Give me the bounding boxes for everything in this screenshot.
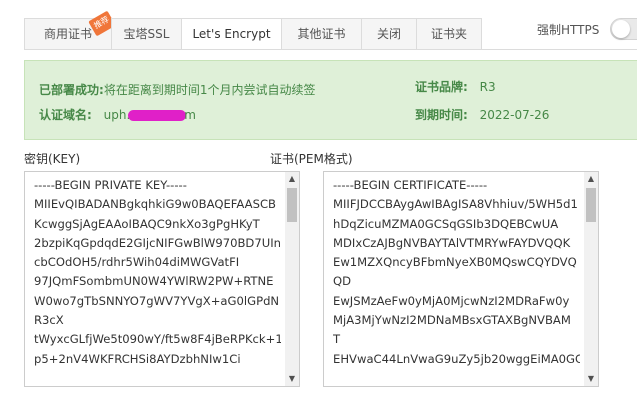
- tab-label: 宝塔SSL: [123, 27, 170, 41]
- tab-close[interactable]: 关闭: [361, 18, 416, 50]
- cert-line: MjA3MjYwNzI2MDNaMBsxGTAXBgNVBAM: [333, 313, 571, 328]
- key-label: 密钥(KEY): [24, 152, 81, 166]
- cert-line: EwJSMzAeFw0yMjA0MjcwNzI2MDRaFw0y: [333, 293, 570, 308]
- tab-label: 其他证书: [297, 27, 346, 41]
- tab-label: Let's Encrypt: [192, 27, 271, 41]
- deploy-status-value: 将在距离到期时间1个月内尝试自动续签: [103, 83, 316, 97]
- tab-lets-encrypt[interactable]: Let's Encrypt: [181, 18, 281, 50]
- cert-status-panel: 已部署成功:将在距离到期时间1个月内尝试自动续签 证书品牌: R3 认证域名: …: [24, 60, 637, 140]
- deploy-status-row: 已部署成功:将在距离到期时间1个月内尝试自动续签: [39, 81, 315, 98]
- scroll-down-icon[interactable]: ▼: [285, 372, 299, 386]
- tab-other-cert[interactable]: 其他证书: [281, 18, 361, 50]
- deploy-status-key: 已部署成功:: [39, 83, 104, 97]
- cert-expiry-key: 到期时间:: [415, 108, 468, 122]
- force-https-label: 强制HTTPS: [537, 23, 600, 37]
- tab-commercial-cert[interactable]: 商用证书 推荐: [24, 10, 116, 50]
- key-line: MIIEvQIBADANBgkqhkiG9w0BAQEFAASCB: [34, 197, 277, 212]
- cert-label: 证书(PEM格式): [270, 152, 353, 166]
- cert-expiry-value: 2022-07-26: [479, 108, 550, 122]
- cert-brand-value: R3: [479, 80, 496, 94]
- cert-line: MIIFJDCCBAygAwIBAgISA8Vhhiuv/5WH5d1: [333, 197, 578, 212]
- key-scrollbar[interactable]: ▲ ▼: [285, 172, 299, 386]
- toggle-knob: [612, 20, 630, 38]
- cert-line: -----BEGIN CERTIFICATE-----: [333, 178, 488, 192]
- scroll-up-icon[interactable]: ▲: [285, 172, 299, 186]
- cert-line: QD: [333, 274, 352, 289]
- cert-domain-prefix: uph.: [103, 108, 131, 122]
- certificate-textarea[interactable]: -----BEGIN CERTIFICATE----- MIIFJDCCBAygA…: [323, 171, 599, 387]
- tab-divider: [24, 49, 637, 50]
- tab-baota-ssl[interactable]: 宝塔SSL: [111, 18, 181, 50]
- cert-domain-suffix: m: [184, 108, 196, 122]
- ssl-tab-bar: 商用证书 推荐 宝塔SSL Let's Encrypt 其他证书 关闭 证书夹: [24, 10, 482, 50]
- cert-expiry-row: 到期时间: 2022-07-26: [415, 106, 549, 123]
- cert-line: T: [333, 332, 341, 347]
- key-line: tWyxcGLfjWe5t090wY/ft5w8F4jBeRPKck+1: [34, 332, 281, 347]
- scroll-down-icon[interactable]: ▼: [584, 372, 598, 386]
- key-line: W0wo7gTbSNNYO7gWV7YVgX+aG0lGPdN: [34, 293, 280, 308]
- force-https-toggle[interactable]: [610, 18, 637, 40]
- cert-scrollbar[interactable]: ▲ ▼: [584, 172, 598, 386]
- redaction-mark: [128, 110, 187, 121]
- tab-cert-folder[interactable]: 证书夹: [416, 18, 482, 50]
- key-line: KcwggSjAgEAAoIBAQC9nkXo3gPgHKyT: [34, 216, 260, 231]
- cert-brand-row: 证书品牌: R3: [415, 78, 496, 95]
- key-line: -----BEGIN PRIVATE KEY-----: [34, 178, 187, 192]
- cert-line: MDIxCzAJBgNVBAYTAlVTMRYwFAYDVQQK: [333, 235, 571, 250]
- cert-domain-key: 认证域名:: [39, 108, 92, 122]
- cert-line: Ew1MZXQncyBFbmNyeXB0MQswCQYDVQ: [333, 255, 577, 270]
- private-key-textarea[interactable]: -----BEGIN PRIVATE KEY----- MIIEvQIBADANB…: [24, 171, 300, 387]
- key-line: cbCOdOH5/rdhr5Wih04diMWGVatFI: [34, 255, 240, 270]
- scroll-thumb[interactable]: [287, 188, 297, 222]
- scroll-thumb[interactable]: [586, 188, 596, 222]
- key-line: 97JQmFSombmUN0W4YWlRW2PW+RTNE: [34, 274, 274, 289]
- cert-domain-row: 认证域名: uph. m: [39, 106, 196, 123]
- cert-line: EHVwaC44LnVwaG9uZy5jb20wggEiMA0GC: [333, 351, 580, 366]
- tab-label: 关闭: [376, 27, 401, 41]
- key-line: R3cX: [34, 313, 64, 328]
- tab-label: 证书夹: [430, 27, 467, 41]
- tab-label: 商用证书: [43, 27, 92, 41]
- private-key-content: -----BEGIN PRIVATE KEY----- MIIEvQIBADANB…: [34, 176, 281, 369]
- cert-brand-key: 证书品牌:: [415, 80, 468, 94]
- cert-line: hDqZicuMZMA0GCSqGSIb3DQEBCwUA: [333, 216, 559, 231]
- certificate-content: -----BEGIN CERTIFICATE----- MIIFJDCCBAygA…: [333, 176, 580, 369]
- key-line: p5+2nV4WKFRCHSi8AYDzbhNIw1Ci: [34, 351, 241, 366]
- scroll-up-icon[interactable]: ▲: [584, 172, 598, 186]
- key-line: 2bzpiKqGpdqdE2GIjcNIFGwBlW970BD7UIn: [34, 235, 281, 250]
